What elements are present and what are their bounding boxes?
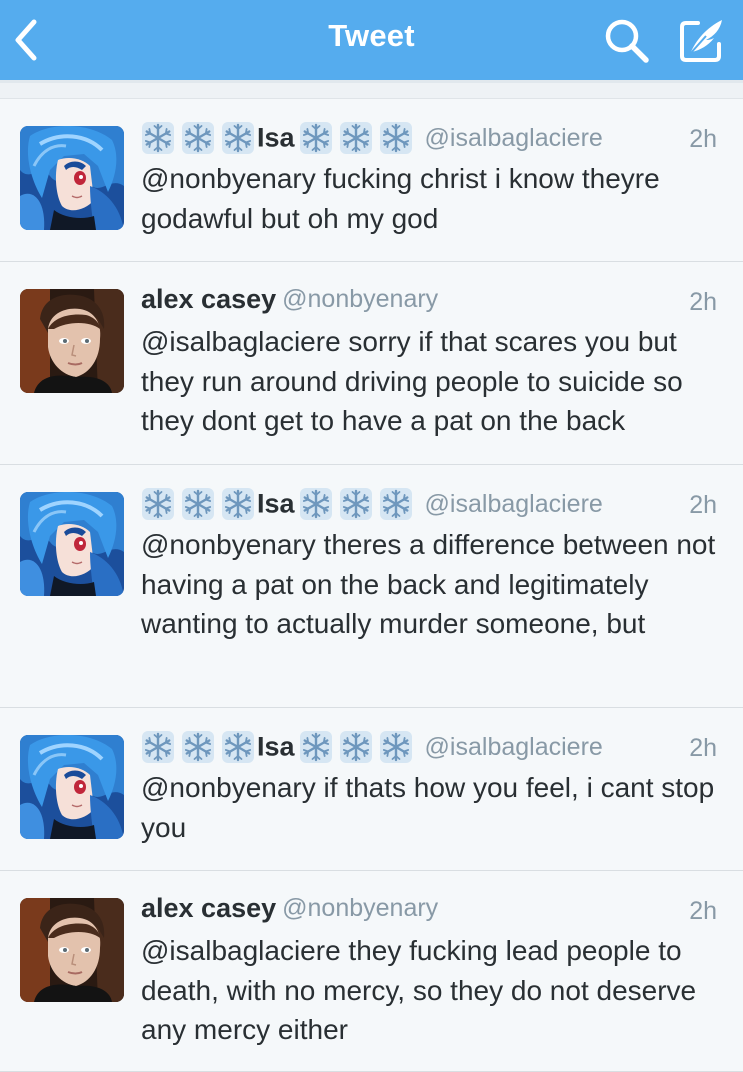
- tweet-timestamp: 2h: [689, 288, 717, 316]
- avatar[interactable]: [20, 126, 124, 230]
- snowflake-icon: [142, 122, 174, 154]
- compose-button[interactable]: [676, 14, 728, 66]
- tweet-header: Isa @isalbaglaciere 2h: [141, 487, 717, 525]
- tweet-row[interactable]: Isa @isalbaglaciere 2h @nonbyenary if thats…: [0, 708, 743, 871]
- user-handle[interactable]: @nonbyenary: [282, 894, 438, 922]
- display-name[interactable]: Isa: [257, 123, 295, 153]
- tweet-header: alex casey @nonbyenary 2h: [141, 893, 717, 931]
- snowflake-icon: [142, 488, 174, 520]
- tweet-content: Isa @isalbaglaciere 2h @nonbyenary fucking …: [141, 121, 717, 238]
- tweet-row[interactable]: Isa @isalbaglaciere 2h @nonbyenary theres a…: [0, 465, 743, 708]
- tweet-timestamp: 2h: [689, 125, 717, 153]
- display-name[interactable]: Isa: [257, 489, 295, 519]
- user-handle[interactable]: @isalbaglaciere: [425, 490, 603, 518]
- tweet-text: @nonbyenary theres a difference between …: [141, 529, 716, 639]
- snowflake-icon: [299, 122, 332, 154]
- snowflake-icon: [339, 731, 372, 763]
- tweet-text: @nonbyenary fucking christ i know theyre…: [141, 163, 660, 234]
- snowflake-icon: [142, 731, 174, 763]
- display-name[interactable]: Isa: [257, 732, 295, 762]
- anime-avatar-image: [20, 126, 124, 230]
- tweet-content: Isa @isalbaglaciere 2h @nonbyenary theres a…: [141, 487, 717, 644]
- tweet-header: Isa @isalbaglaciere 2h: [141, 121, 717, 159]
- search-button[interactable]: [602, 16, 652, 66]
- compose-tweet-icon: [680, 20, 722, 62]
- snowflake-icon: [222, 731, 254, 763]
- tweet-content: alex casey @nonbyenary 2h @isalbaglaciere s…: [141, 284, 717, 441]
- user-handle[interactable]: @isalbaglaciere: [425, 733, 603, 761]
- snowflake-icon: [339, 488, 372, 520]
- snowflake-icon: [222, 122, 254, 154]
- tweet-timestamp: 2h: [689, 734, 717, 762]
- snowflake-icon: [182, 488, 214, 520]
- tweet-row[interactable]: alex casey @nonbyenary 2h @isalbaglaciere t…: [0, 871, 743, 1072]
- anime-avatar-image: [20, 735, 124, 839]
- snowflake-icon: [222, 488, 254, 520]
- tweet-content: Isa @isalbaglaciere 2h @nonbyenary if thats…: [141, 730, 717, 847]
- user-handle[interactable]: @isalbaglaciere: [425, 124, 603, 152]
- avatar[interactable]: [20, 735, 124, 839]
- tweet-header: alex casey @nonbyenary 2h: [141, 284, 717, 322]
- tweet-timestamp: 2h: [689, 491, 717, 519]
- avatar[interactable]: [20, 898, 124, 1002]
- user-handle[interactable]: @nonbyenary: [282, 285, 438, 313]
- display-name[interactable]: alex casey: [141, 284, 276, 314]
- tweet-timestamp: 2h: [689, 897, 717, 925]
- tweet-header: Isa @isalbaglaciere 2h: [141, 730, 717, 768]
- snowflake-icon: [182, 122, 214, 154]
- navigation-bar: Tweet: [0, 0, 743, 80]
- snowflake-icon: [379, 731, 412, 763]
- portrait-avatar-image: [20, 289, 124, 393]
- tweet-text: @nonbyenary if thats how you feel, i can…: [141, 772, 715, 843]
- snowflake-icon: [339, 122, 372, 154]
- tweet-text: @isalbaglaciere they fucking lead people…: [141, 935, 697, 1045]
- snowflake-icon: [299, 488, 332, 520]
- snowflake-icon: [299, 731, 332, 763]
- avatar[interactable]: [20, 289, 124, 393]
- snowflake-icon: [379, 122, 412, 154]
- timeline-gap: [0, 83, 743, 98]
- search-icon: [605, 19, 649, 63]
- snowflake-icon: [182, 731, 214, 763]
- tweet-content: alex casey @nonbyenary 2h @isalbaglaciere t…: [141, 893, 717, 1050]
- display-name[interactable]: alex casey: [141, 893, 276, 923]
- portrait-avatar-image: [20, 898, 124, 1002]
- tweet-row[interactable]: Isa @isalbaglaciere 2h @nonbyenary fucking …: [0, 99, 743, 262]
- snowflake-icon: [379, 488, 412, 520]
- tweet-timeline: Isa @isalbaglaciere 2h @nonbyenary fucking …: [0, 98, 743, 1072]
- tweet-text: @isalbaglaciere sorry if that scares you…: [141, 326, 683, 436]
- anime-avatar-image: [20, 492, 124, 596]
- tweet-row[interactable]: alex casey @nonbyenary 2h @isalbaglaciere s…: [0, 262, 743, 465]
- avatar[interactable]: [20, 492, 124, 596]
